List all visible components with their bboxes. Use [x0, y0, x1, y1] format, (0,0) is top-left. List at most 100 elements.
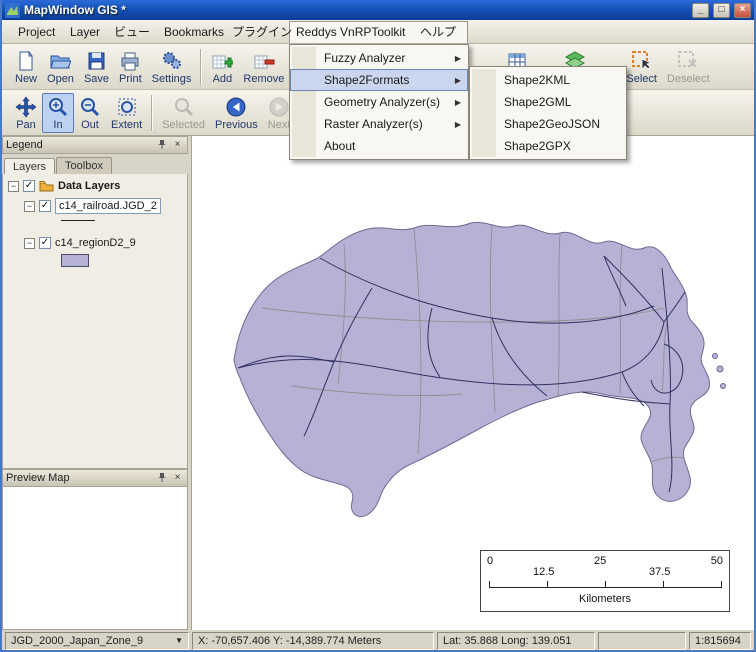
- projection-selector[interactable]: JGD_2000_Japan_Zone_9 ▼: [5, 632, 189, 650]
- menu-bookmarks[interactable]: Bookmarks: [158, 23, 230, 41]
- zoom-out-button[interactable]: Out: [74, 93, 106, 133]
- deselect-button: Deselect: [662, 47, 715, 87]
- scale-tick: [489, 581, 490, 588]
- zoom-out-icon: [79, 96, 101, 118]
- checkbox-data-layers[interactable]: ✓: [23, 180, 35, 192]
- app-icon: [5, 3, 20, 18]
- coordinates-readout: X: -70,657.406 Y: -14,389.774 Meters: [192, 632, 434, 650]
- scale-bar: 0 12.5 25 37.5 50 Kilometers: [480, 550, 730, 612]
- menu-item-shape2gpx[interactable]: Shape2GPX: [470, 135, 626, 157]
- tree-node-railroad[interactable]: − ✓ c14_railroad.JGD_2: [3, 198, 187, 214]
- tree-label-data-layers: Data Layers: [58, 180, 120, 192]
- scale-unit: Kilometers: [481, 593, 729, 605]
- menu-help[interactable]: ヘルプ: [414, 23, 462, 41]
- preview-map-canvas[interactable]: [2, 487, 188, 630]
- preview-header: Preview Map ×: [2, 469, 188, 487]
- scale-label-50: 50: [711, 555, 723, 567]
- preview-close-icon[interactable]: ×: [171, 472, 184, 485]
- scale-label-12-5: 12.5: [533, 566, 554, 578]
- save-disk-icon: [85, 50, 107, 72]
- preview-map-panel: Preview Map ×: [2, 469, 188, 630]
- zoom-in-icon: [47, 96, 69, 118]
- checkbox-railroad[interactable]: ✓: [39, 200, 51, 212]
- submenu-arrow-icon: ▶: [455, 48, 461, 70]
- menu-item-shape2gml[interactable]: Shape2GML: [470, 91, 626, 113]
- menu-view[interactable]: ビュー: [108, 23, 156, 41]
- tree-label-railroad[interactable]: c14_railroad.JGD_2: [55, 198, 161, 214]
- new-button[interactable]: New: [10, 47, 42, 87]
- previous-arrow-icon: [225, 96, 247, 118]
- select-button[interactable]: Select: [621, 47, 662, 87]
- region-polygon: [234, 222, 710, 516]
- folder-icon: [39, 180, 54, 192]
- print-button[interactable]: Print: [114, 47, 147, 87]
- scale-tick: [663, 581, 664, 588]
- menu-item-shape2formats[interactable]: Shape2Formats ▶: [290, 69, 468, 91]
- tree-node-data-layers[interactable]: − ✓ Data Layers: [3, 180, 187, 192]
- app-window: MapWindow GIS * _ □ × Project Layer ビュー …: [0, 0, 756, 652]
- open-folder-icon: [49, 50, 71, 72]
- preview-title: Preview Map: [6, 472, 152, 484]
- remove-minus-icon: [253, 50, 275, 72]
- add-layer-button[interactable]: Add: [206, 47, 238, 87]
- remove-layer-button[interactable]: Remove: [238, 47, 289, 87]
- menu-project[interactable]: Project: [12, 23, 61, 41]
- status-bar: JGD_2000_Japan_Zone_9 ▼ X: -70,657.406 Y…: [2, 630, 754, 652]
- shape2formats-submenu: Shape2KML Shape2GML Shape2GeoJSON Shape2…: [469, 66, 627, 160]
- zoom-extent-button[interactable]: Extent: [106, 93, 147, 133]
- minimize-button[interactable]: _: [692, 3, 709, 18]
- zoom-previous-button[interactable]: Previous: [210, 93, 263, 133]
- select-cursor-icon: [631, 50, 653, 72]
- tab-layers[interactable]: Layers: [4, 158, 55, 175]
- menu-item-about[interactable]: About: [290, 135, 468, 157]
- scale-tick: [605, 581, 606, 588]
- menu-item-raster-analyzers[interactable]: Raster Analyzer(s) ▶: [290, 113, 468, 135]
- scale-tick: [721, 581, 722, 588]
- pin-icon[interactable]: [155, 139, 168, 152]
- zoom-selected-icon: [173, 96, 195, 118]
- status-empty-segment: [598, 632, 686, 650]
- zoom-in-button[interactable]: In: [42, 93, 74, 133]
- menu-item-shape2geojson[interactable]: Shape2GeoJSON: [470, 113, 626, 135]
- menu-item-shape2kml[interactable]: Shape2KML: [470, 69, 626, 91]
- tree-node-region[interactable]: − ✓ c14_regionD2_9: [3, 237, 187, 249]
- deselect-icon: [677, 50, 699, 72]
- menu-item-geometry-analyzers[interactable]: Geometry Analyzer(s) ▶: [290, 91, 468, 113]
- tree-label-region[interactable]: c14_regionD2_9: [55, 237, 136, 249]
- menu-reddys-vnrptoolkit[interactable]: Reddys VnRPToolkit: [290, 23, 411, 41]
- toolbar-separator: [151, 95, 153, 131]
- menu-item-fuzzy-analyzer[interactable]: Fuzzy Analyzer ▶: [290, 47, 468, 69]
- railroad-line-symbol: [61, 220, 95, 221]
- pan-button[interactable]: Pan: [10, 93, 42, 133]
- open-button[interactable]: Open: [42, 47, 79, 87]
- maximize-button[interactable]: □: [713, 3, 730, 18]
- collapse-icon[interactable]: −: [24, 238, 35, 249]
- zoom-selected-button: Selected: [157, 93, 210, 133]
- window-title: MapWindow GIS *: [24, 3, 688, 17]
- submenu-arrow-icon: ▶: [455, 92, 461, 114]
- menu-layer[interactable]: Layer: [64, 23, 106, 41]
- legend-panel: Legend × Layers Toolbox − ✓ Data: [2, 136, 188, 174]
- scale-label-25: 25: [594, 555, 606, 567]
- chevron-down-icon: ▼: [175, 633, 183, 649]
- checkbox-region[interactable]: ✓: [39, 237, 51, 249]
- scale-tick: [547, 581, 548, 588]
- legend-tabs: Layers Toolbox: [2, 154, 188, 174]
- legend-title: Legend: [6, 139, 152, 151]
- close-button[interactable]: ×: [734, 3, 751, 18]
- titlebar: MapWindow GIS * _ □ ×: [2, 0, 754, 20]
- latlong-readout: Lat: 35.868 Long: 139.051: [437, 632, 595, 650]
- reddys-vnrptoolkit-menu: Fuzzy Analyzer ▶ Shape2Formats ▶ Geometr…: [289, 44, 469, 160]
- save-button[interactable]: Save: [79, 47, 114, 87]
- tab-toolbox[interactable]: Toolbox: [56, 157, 112, 174]
- legend-close-icon[interactable]: ×: [171, 139, 184, 152]
- collapse-icon[interactable]: −: [8, 181, 19, 192]
- map-canvas[interactable]: 0 12.5 25 37.5 50 Kilometers: [191, 136, 756, 630]
- menubar: Project Layer ビュー Bookmarks プラグイン Reddys…: [2, 20, 754, 44]
- gears-icon: [161, 50, 183, 72]
- collapse-icon[interactable]: −: [24, 201, 35, 212]
- pin-icon[interactable]: [155, 472, 168, 485]
- add-plus-icon: [211, 50, 233, 72]
- menu-plugins[interactable]: プラグイン: [226, 23, 298, 41]
- settings-button[interactable]: Settings: [147, 47, 197, 87]
